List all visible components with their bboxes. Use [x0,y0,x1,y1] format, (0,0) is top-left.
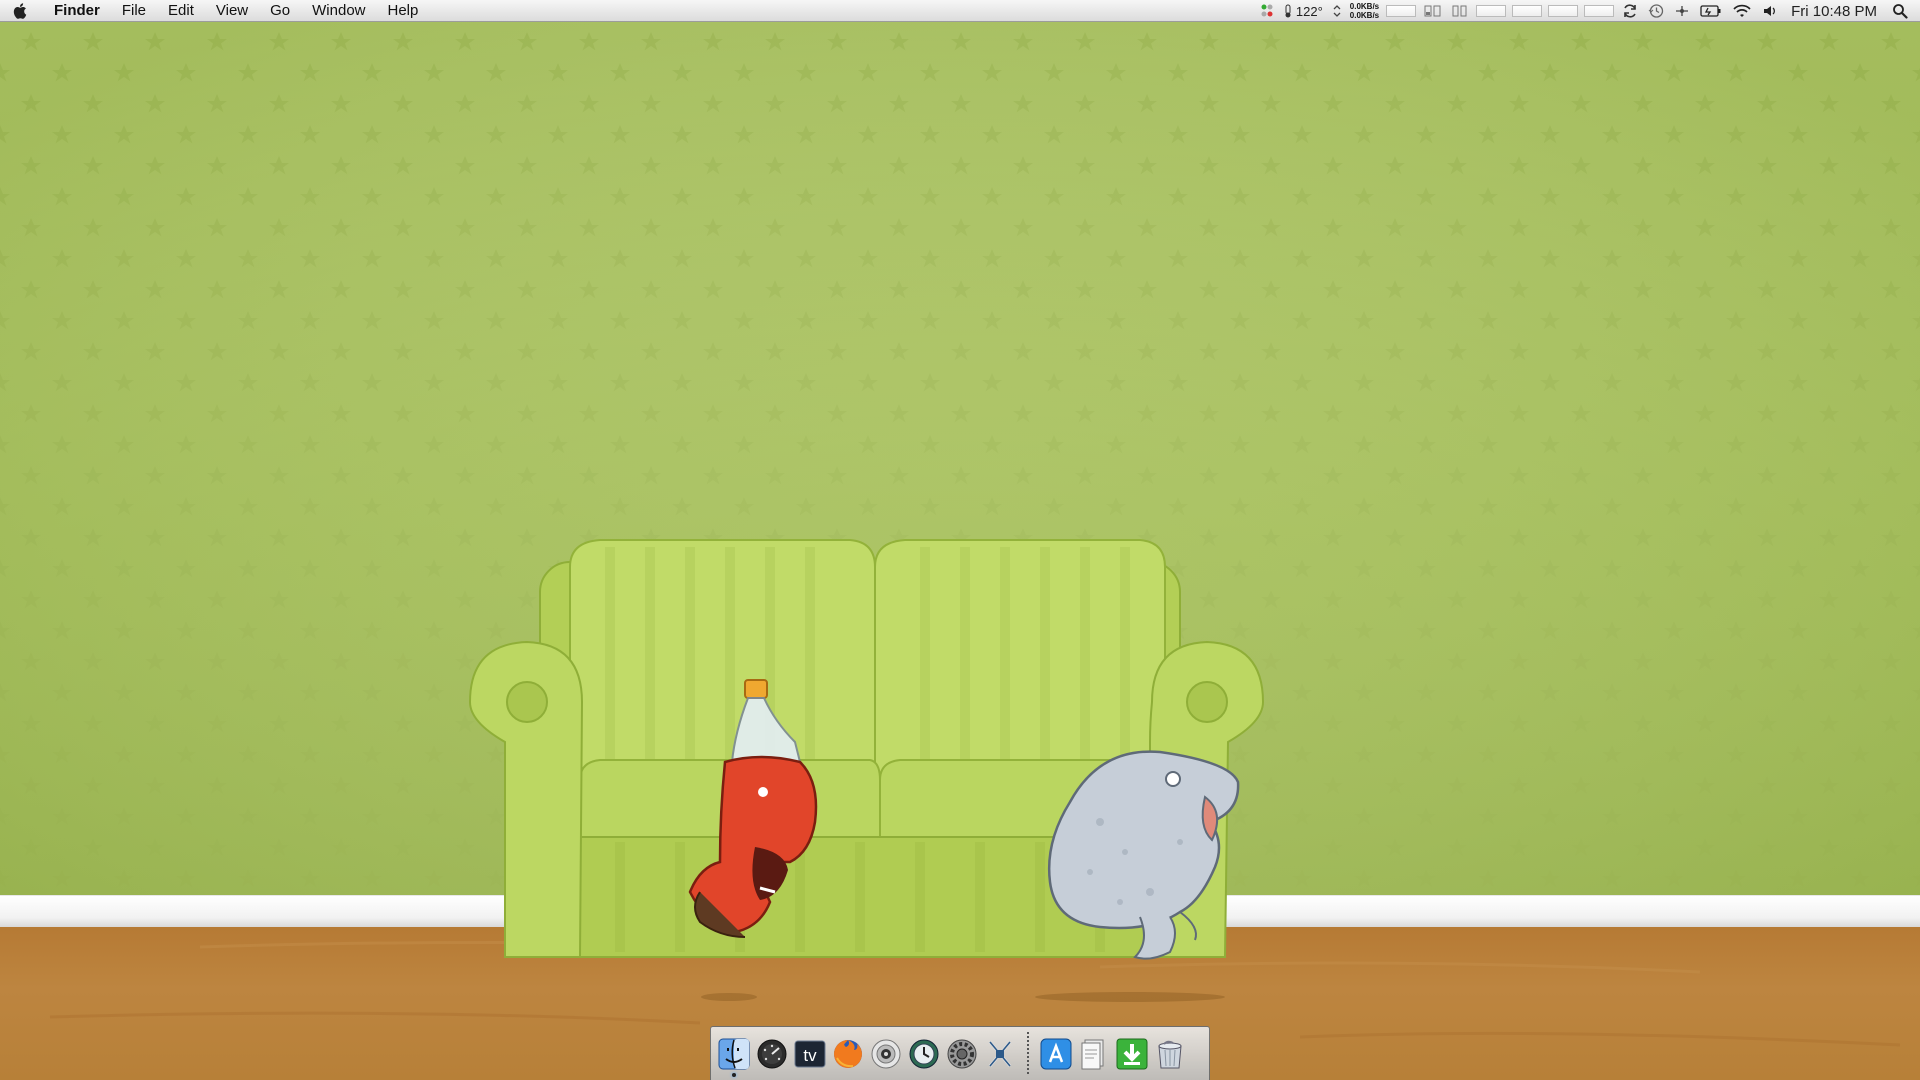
documents-icon[interactable] [1077,1035,1111,1073]
volume-icon[interactable] [1757,0,1783,22]
firefox-icon[interactable] [831,1035,865,1073]
time-machine-app-icon[interactable] [907,1035,941,1073]
activity-meter-3[interactable] [1548,5,1579,17]
dock-separator [1027,1031,1029,1076]
utility-icon[interactable] [983,1035,1017,1073]
dashboard-icon[interactable] [755,1035,789,1073]
activity-meter-2[interactable] [1512,5,1543,17]
activity-meter-1[interactable] [1476,5,1507,17]
menu-window[interactable]: Window [301,0,376,22]
dock: tv [710,1026,1210,1080]
net-down-readout: 0.0KB/s [1349,11,1380,20]
time-machine-icon[interactable] [1643,0,1669,22]
menu-help[interactable]: Help [377,0,430,22]
tv-icon-label: tv [803,1046,817,1065]
disk-meter-icon[interactable] [1447,0,1473,22]
dvd-player-icon[interactable] [869,1035,903,1073]
network-icon[interactable]: 0.0KB/s 0.0KB/s [1346,2,1383,20]
battery-icon[interactable] [1695,0,1727,22]
finder-icon[interactable] [717,1035,751,1077]
memory-meter-icon[interactable] [1419,0,1447,22]
menu-go[interactable]: Go [259,0,301,22]
menu-file[interactable]: File [111,0,157,22]
activity-meter-4[interactable] [1584,5,1615,17]
tv-icon[interactable]: tv [793,1035,827,1073]
running-indicator [732,1072,736,1077]
bluetooth-icon[interactable] [1669,0,1695,22]
istat-icon[interactable] [1255,0,1279,22]
app-store-icon[interactable] [1039,1035,1073,1073]
temperature-icon[interactable]: 122° [1279,0,1328,22]
desktop-wallpaper [0,22,1920,1080]
cpu-meter-icon[interactable] [1386,5,1417,17]
sync-icon[interactable] [1617,0,1643,22]
apple-logo-icon[interactable] [0,0,42,22]
menu-bar: Finder File Edit View Go Window Help 122… [0,0,1920,22]
system-preferences-icon[interactable] [945,1035,979,1073]
temperature-readout: 122° [1295,3,1323,19]
menubar-clock[interactable]: Fri 10:48 PM [1783,0,1887,22]
downloads-icon[interactable] [1115,1035,1149,1073]
spotlight-icon[interactable] [1887,0,1920,22]
wifi-icon[interactable] [1727,0,1757,22]
menu-app-finder[interactable]: Finder [42,0,111,22]
menu-edit[interactable]: Edit [157,0,205,22]
trash-icon[interactable] [1153,1035,1187,1073]
menu-view[interactable]: View [205,0,259,22]
scene-illustration [468,539,1265,960]
net-up-readout: 0.0KB/s [1349,2,1380,11]
chevron-updown-icon[interactable] [1328,0,1346,22]
